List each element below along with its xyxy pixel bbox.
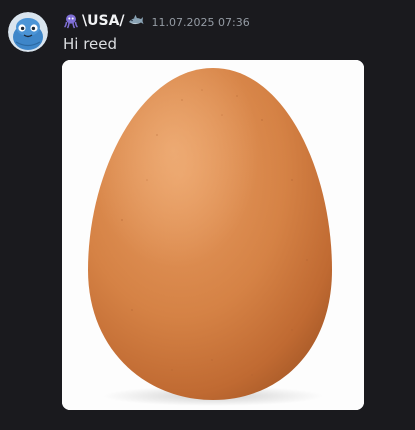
octopus-icon (63, 13, 79, 29)
image-attachment[interactable] (62, 60, 364, 410)
message-header: \USA/ 11.07.2025 07:36 (63, 12, 250, 30)
avatar[interactable] (8, 12, 48, 52)
message-timestamp: 11.07.2025 07:36 (151, 15, 250, 29)
username[interactable]: \USA/ (82, 13, 125, 29)
egg-image (62, 60, 364, 410)
message-text: Hi reed (63, 35, 118, 53)
chat-message: \USA/ 11.07.2025 07:36 Hi reed (0, 0, 415, 430)
shark-icon (128, 13, 144, 29)
